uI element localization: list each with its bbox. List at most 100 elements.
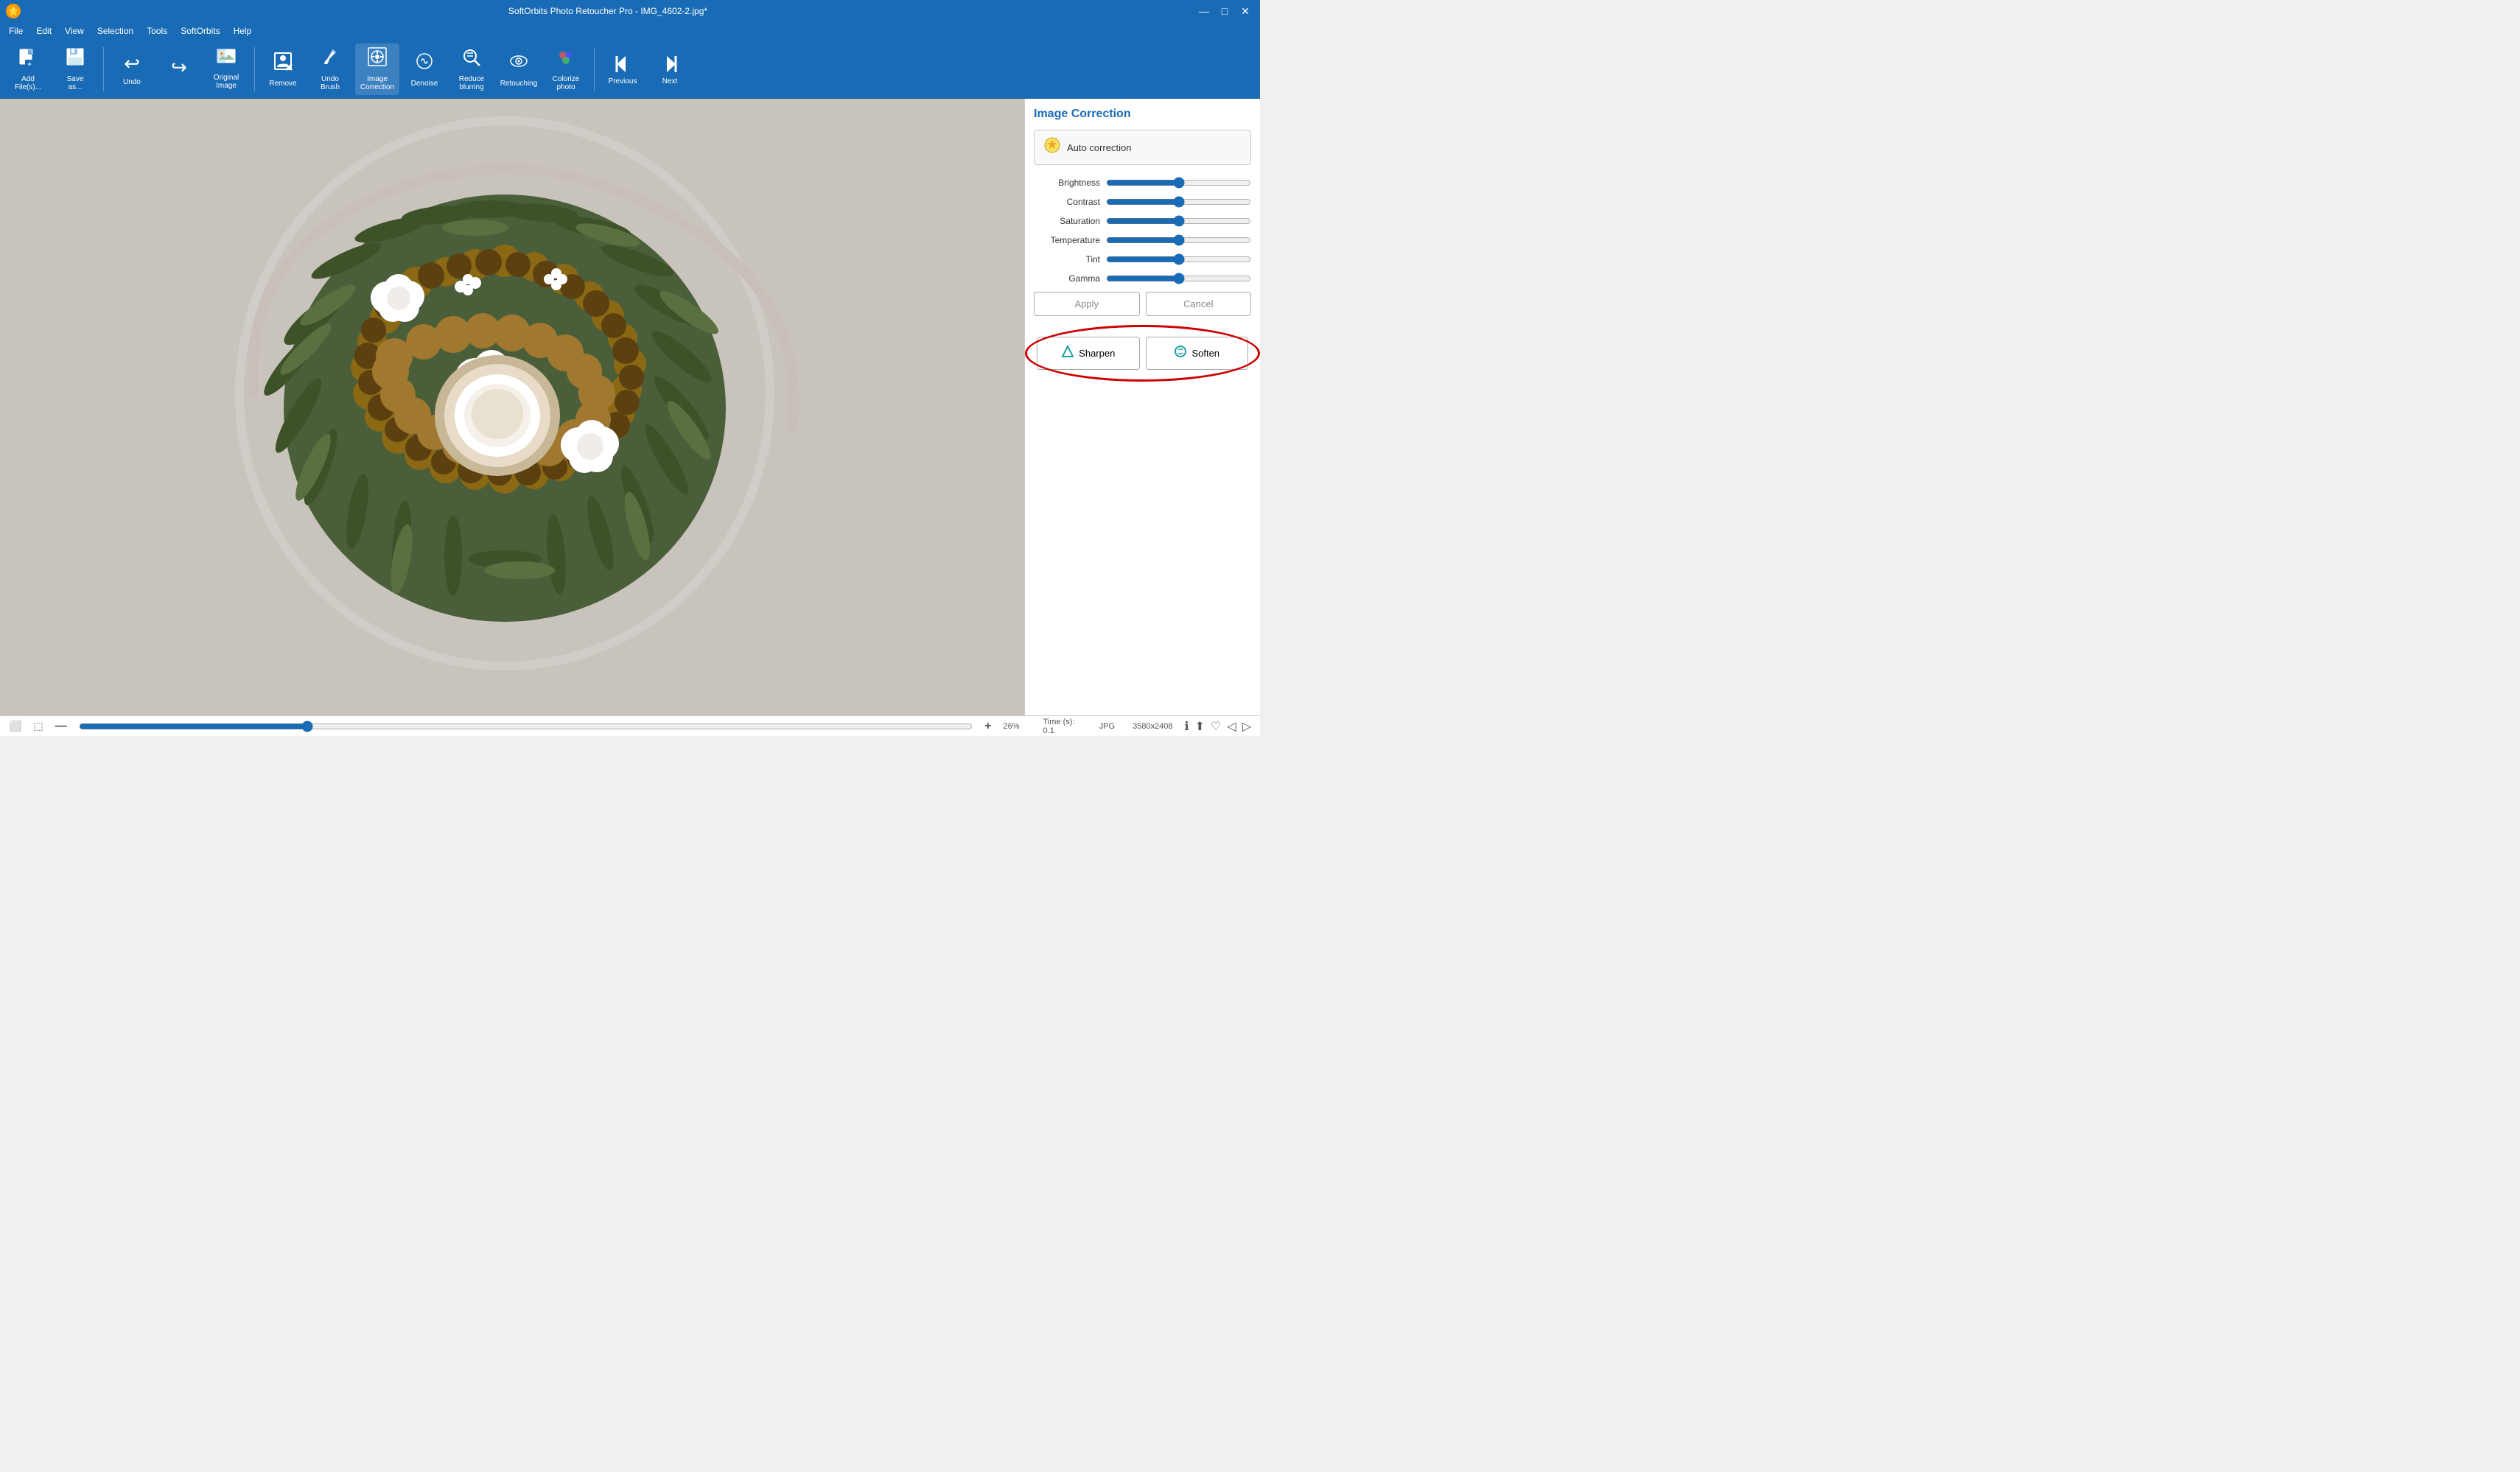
soften-icon [1174, 345, 1187, 362]
zoom-slider[interactable] [79, 721, 973, 732]
denoise-label: Denoise [411, 80, 438, 88]
menu-tools[interactable]: Tools [141, 24, 173, 38]
original-image-label: Original Image [214, 74, 239, 90]
reduce-blurring-label: Reduce blurring [459, 75, 484, 91]
zoom-in-button[interactable]: + [984, 720, 991, 733]
toolbar-separator-2 [254, 47, 255, 91]
previous-button[interactable]: Previous [601, 43, 645, 95]
soften-label: Soften [1191, 348, 1219, 359]
redo-icon: ↪ [171, 56, 187, 79]
undo-brush-icon [320, 46, 340, 72]
temperature-slider-container [1106, 234, 1251, 246]
gamma-row: Gamma [1034, 273, 1251, 284]
menu-edit[interactable]: Edit [30, 24, 57, 38]
svg-text:+: + [27, 60, 31, 67]
next-button[interactable]: Next [648, 43, 692, 95]
image-correction-label: Image Correction [360, 75, 394, 91]
favorite-icon[interactable]: ♡ [1211, 719, 1221, 734]
undo-label: Undo [123, 78, 141, 86]
add-file-icon: + [18, 46, 38, 72]
remove-button[interactable]: Remove [261, 43, 305, 95]
auto-correction-button[interactable]: Auto correction [1034, 130, 1251, 165]
menu-help[interactable]: Help [228, 24, 258, 38]
next-label: Next [662, 77, 678, 85]
tint-slider-container [1106, 253, 1251, 265]
add-file-button[interactable]: + Add File(s)... [6, 43, 50, 95]
next-icon [658, 53, 682, 77]
temperature-slider[interactable] [1106, 234, 1251, 246]
zoom-out-button[interactable]: — [55, 720, 67, 733]
brightness-row: Brightness [1034, 177, 1251, 189]
cancel-button[interactable]: Cancel [1146, 292, 1252, 316]
original-image-icon [216, 48, 237, 71]
action-buttons: Apply Cancel [1034, 292, 1251, 316]
zoom-value: 26% [1004, 722, 1020, 731]
undo-brush-button[interactable]: Undo Brush [308, 43, 352, 95]
save-as-button[interactable]: Save as... [53, 43, 97, 95]
save-as-icon [65, 46, 85, 72]
contrast-slider[interactable] [1106, 196, 1251, 208]
maximize-button[interactable]: □ [1216, 4, 1233, 18]
undo-icon: ↩ [124, 52, 140, 75]
retouching-label: Retouching [500, 80, 538, 88]
remove-label: Remove [269, 80, 296, 88]
original-image-button[interactable]: Original Image [204, 43, 248, 95]
minimize-button[interactable]: — [1195, 4, 1213, 18]
info-icon[interactable]: ℹ [1185, 719, 1189, 734]
soften-button[interactable]: Soften [1146, 337, 1249, 370]
menu-file[interactable]: File [3, 24, 29, 38]
main-area: Image Correction Auto correction Brightn… [0, 99, 1260, 715]
canvas-area[interactable] [0, 99, 1024, 715]
saturation-label: Saturation [1034, 216, 1100, 226]
reduce-blurring-icon [461, 46, 482, 72]
brightness-label: Brightness [1034, 178, 1100, 188]
toolbar-separator-3 [594, 47, 595, 91]
denoise-icon [414, 51, 435, 77]
contrast-label: Contrast [1034, 197, 1100, 207]
sharpen-soften-container: Sharpen Soften [1034, 328, 1251, 379]
sharpen-button[interactable]: Sharpen [1037, 337, 1140, 370]
close-button[interactable]: ✕ [1236, 4, 1254, 18]
gamma-label: Gamma [1034, 273, 1100, 284]
retouching-button[interactable]: Retouching [497, 43, 541, 95]
menu-softorbits[interactable]: SoftOrbits [175, 24, 225, 38]
saturation-slider-container [1106, 215, 1251, 227]
apply-button[interactable]: Apply [1034, 292, 1140, 316]
saturation-slider[interactable] [1106, 215, 1251, 227]
reduce-blurring-button[interactable]: Reduce blurring [449, 43, 494, 95]
undo-brush-label: Undo Brush [321, 75, 340, 91]
next-nav-icon[interactable]: ▷ [1242, 719, 1251, 734]
menubar: File Edit View Selection Tools SoftOrbit… [0, 22, 1260, 40]
redo-button[interactable]: ↪ [157, 43, 201, 95]
sharpen-label: Sharpen [1079, 348, 1115, 359]
image-correction-button[interactable]: Image Correction [355, 43, 399, 95]
image-display [0, 99, 1024, 715]
save-as-label: Save as... [67, 75, 84, 91]
temperature-row: Temperature [1034, 234, 1251, 246]
tint-slider[interactable] [1106, 253, 1251, 265]
auto-correction-icon [1043, 136, 1061, 158]
titlebar: 🌟 SoftOrbits Photo Retoucher Pro - IMG_4… [0, 0, 1260, 22]
brightness-slider-container [1106, 177, 1251, 189]
contrast-slider-container [1106, 196, 1251, 208]
tint-label: Tint [1034, 254, 1100, 264]
app-logo: 🌟 [6, 4, 21, 18]
undo-button[interactable]: ↩ Undo [110, 43, 154, 95]
toolbar-separator-1 [103, 47, 104, 91]
sliders-container: Brightness Contrast Saturation Temperatu… [1034, 177, 1251, 292]
gamma-slider[interactable] [1106, 273, 1251, 284]
colorize-photo-button[interactable]: Colorize photo [544, 43, 588, 95]
brightness-slider[interactable] [1106, 177, 1251, 189]
tint-row: Tint [1034, 253, 1251, 265]
share-icon[interactable]: ⬆ [1195, 719, 1205, 734]
denoise-button[interactable]: Denoise [402, 43, 447, 95]
format-label: JPG [1099, 722, 1115, 731]
status-icons: ℹ ⬆ ♡ ◁ ▷ [1185, 719, 1251, 734]
colorize-photo-label: Colorize photo [553, 75, 580, 91]
menu-view[interactable]: View [59, 24, 90, 38]
colorize-photo-icon [556, 46, 576, 72]
contrast-row: Contrast [1034, 196, 1251, 208]
prev-nav-icon[interactable]: ◁ [1227, 719, 1236, 734]
menu-selection[interactable]: Selection [91, 24, 139, 38]
temperature-label: Temperature [1034, 235, 1100, 245]
